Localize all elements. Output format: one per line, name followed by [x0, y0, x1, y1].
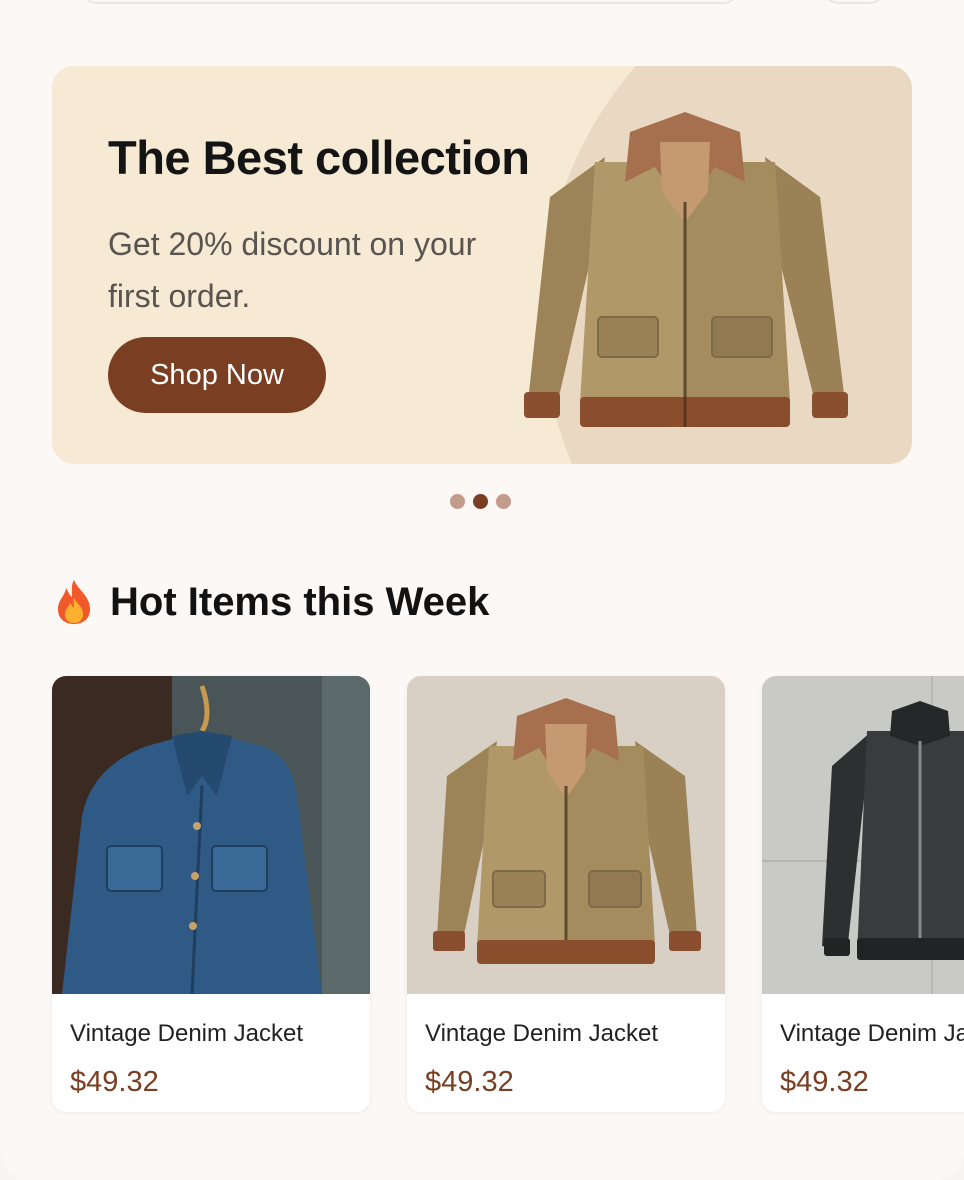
- carousel-dot-active[interactable]: [473, 494, 488, 509]
- banner-subtitle: Get 20% discount on your first order.: [108, 226, 477, 314]
- filter-button[interactable]: [822, 0, 886, 4]
- product-name: Vintage Denim Jacket: [70, 1020, 304, 1047]
- product-price: $49.32: [780, 1066, 869, 1098]
- carousel-dot[interactable]: [496, 494, 511, 509]
- banner-title: The Best collection: [108, 131, 530, 184]
- product-card[interactable]: Vintage Denim Jacket $49.32: [52, 676, 370, 1112]
- carousel-dot[interactable]: [450, 494, 465, 509]
- product-card[interactable]: Vintage Denim Jacket $49.32: [762, 676, 964, 1112]
- hot-items-header: Hot Items this Week: [52, 578, 489, 626]
- home-screen: The Best collection Get 20% discount on …: [0, 0, 964, 1180]
- denim-jacket-image: [52, 676, 370, 994]
- black-bomber-jacket-image: [762, 676, 964, 994]
- search-bar[interactable]: [80, 0, 740, 4]
- shop-now-button[interactable]: Shop Now: [108, 337, 326, 413]
- product-card[interactable]: Vintage Denim Jacket $49.32: [407, 676, 725, 1112]
- section-title: Hot Items this Week: [110, 579, 490, 624]
- product-carousel[interactable]: Vintage Denim Jacket $49.32 Vintage Deni…: [52, 676, 964, 1112]
- product-price: $49.32: [425, 1066, 514, 1098]
- tan-bomber-jacket-image: [407, 676, 725, 994]
- fire-icon: [58, 580, 90, 624]
- promo-banner[interactable]: The Best collection Get 20% discount on …: [52, 66, 912, 464]
- tan-bomber-jacket-image: [524, 112, 848, 427]
- product-name: Vintage Denim Jacket: [425, 1020, 659, 1047]
- carousel-indicator: [450, 494, 511, 509]
- product-name: Vintage Denim Jacket: [780, 1020, 964, 1047]
- product-price: $49.32: [70, 1066, 159, 1098]
